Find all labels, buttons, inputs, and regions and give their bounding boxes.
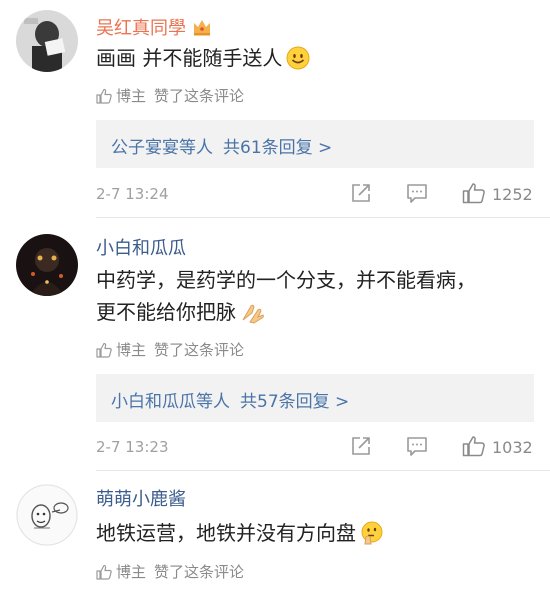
crown-icon [192, 18, 212, 41]
reply-summary[interactable]: 小白和瓜瓜等人 共57条回复 > [96, 374, 534, 422]
smile-emoji-icon [286, 46, 310, 79]
thumbs-up-icon [96, 342, 112, 362]
avatar[interactable] [16, 10, 78, 72]
username[interactable]: 萌萌小鹿酱 [96, 485, 186, 511]
timestamp: 2-7 13:24 [96, 185, 169, 203]
comment-text: 画画 并不能随手送人 [96, 42, 310, 79]
reply-count-link[interactable]: 共57条回复 > [240, 392, 349, 412]
share-icon[interactable] [350, 182, 372, 208]
thinking-emoji-icon [360, 521, 384, 554]
comment-meta: 2-7 13:24 1252 [96, 182, 536, 208]
author-liked-note: 博主 赞了这条评论 [96, 85, 244, 108]
reply-icon[interactable] [406, 435, 428, 461]
reply-icon[interactable] [406, 182, 428, 208]
like-icon[interactable] [462, 435, 486, 461]
reply-summary[interactable]: 公子宴宴等人 共61条回复 > [96, 120, 534, 168]
pray-hands-emoji-icon [240, 301, 266, 333]
like-count: 1252 [492, 185, 533, 204]
reply-count-link[interactable]: 共61条回复 > [223, 138, 332, 158]
comment-text: 地铁运营，地铁并没有方向盘 [96, 517, 384, 554]
comment-meta: 2-7 13:23 1032 [96, 435, 536, 461]
username[interactable]: 吴红真同學 [96, 14, 212, 41]
comment-item: 小白和瓜瓜 中药学，是药学的一个分支，并不能看病， 更不能给你把脉 博主 赞了这条… [0, 218, 550, 471]
comment-text: 中药学，是药学的一个分支，并不能看病， 更不能给你把脉 [96, 264, 476, 333]
username[interactable]: 小白和瓜瓜 [96, 234, 186, 260]
timestamp: 2-7 13:23 [96, 438, 169, 456]
thumbs-up-icon [96, 88, 112, 108]
comment-item: 萌萌小鹿酱 地铁运营，地铁并没有方向盘 博主 赞了这条评论 [0, 471, 550, 593]
like-count: 1032 [492, 438, 533, 457]
avatar[interactable] [16, 484, 78, 546]
share-icon[interactable] [350, 435, 372, 461]
reply-participants: 公子宴宴等人 [111, 138, 213, 158]
author-liked-note: 博主 赞了这条评论 [96, 561, 244, 584]
avatar[interactable] [16, 234, 78, 296]
thumbs-up-icon [96, 564, 112, 584]
author-liked-note: 博主 赞了这条评论 [96, 339, 244, 362]
reply-participants: 小白和瓜瓜等人 [111, 392, 230, 412]
comment-item: 吴红真同學 画画 并不能随手送人 博主 赞了这条评论 公子宴宴等人 共61条回复 >… [0, 0, 550, 218]
like-icon[interactable] [462, 182, 486, 208]
